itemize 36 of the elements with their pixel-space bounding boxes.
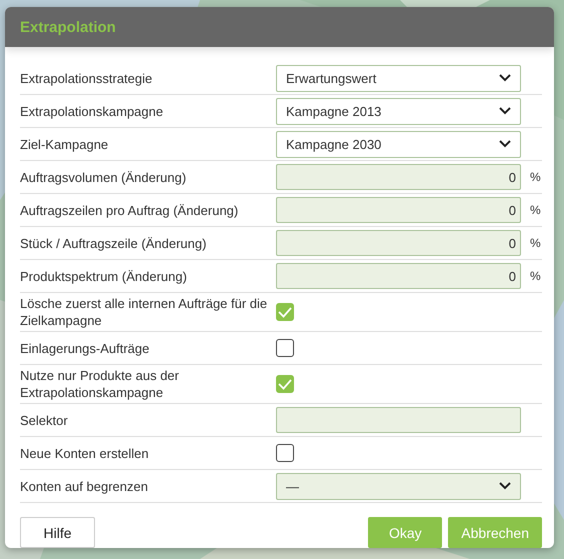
checkbox[interactable] xyxy=(276,375,294,393)
field-label: Produktspektrum (Änderung) xyxy=(20,268,188,284)
field-label: Selektor xyxy=(20,412,69,428)
checkbox[interactable] xyxy=(276,303,294,321)
unit-label: % xyxy=(530,236,541,250)
unit-label: % xyxy=(530,269,541,283)
dropdown[interactable]: Erwartungswert xyxy=(276,64,521,92)
dialog-title: Extrapolation xyxy=(20,18,116,36)
chevron-down-icon xyxy=(499,74,511,82)
checkbox[interactable] xyxy=(276,339,294,357)
chevron-down-icon xyxy=(499,482,511,490)
text-field[interactable] xyxy=(276,407,521,433)
chevron-down-icon xyxy=(499,140,511,148)
field-label: Einlagerungs-Aufträge xyxy=(20,340,150,356)
field-label: Ziel-Kampagne xyxy=(20,136,110,152)
number-field[interactable]: 0 xyxy=(276,164,521,190)
unit-label: % xyxy=(530,170,541,184)
field-label: Extrapolationsstrategie xyxy=(20,70,154,86)
checkbox[interactable] xyxy=(276,444,294,462)
field-label: Neue Konten erstellen xyxy=(20,444,150,462)
chevron-down-icon xyxy=(499,107,511,115)
number-field[interactable]: 0 xyxy=(276,230,521,256)
field-label: Konten auf begrenzen xyxy=(20,478,149,494)
field-label: Stück / Auftragszeile (Änderung) xyxy=(20,234,208,252)
dropdown[interactable]: Kampagne 2030 xyxy=(276,130,521,158)
number-field[interactable]: 0 xyxy=(276,263,521,289)
field-label: Nutze nur Produkte aus der Extrapolationskampagne xyxy=(20,367,180,401)
field-label: Lösche zuerst alle internen Aufträge für die Zielkampagne xyxy=(20,295,268,329)
field-label: Auftragszeilen pro Auftrag (Änderung) xyxy=(20,202,240,218)
dropdown[interactable]: Kampagne 2013 xyxy=(276,98,521,124)
help-button[interactable]: Hilfe xyxy=(20,517,95,548)
field-label: Extrapolationskampagne xyxy=(20,102,164,120)
dropdown[interactable]: — xyxy=(276,472,521,500)
number-field[interactable]: 0 xyxy=(276,197,521,223)
field-label: Auftragsvolumen (Änderung) xyxy=(20,168,188,186)
unit-label: % xyxy=(530,203,541,217)
